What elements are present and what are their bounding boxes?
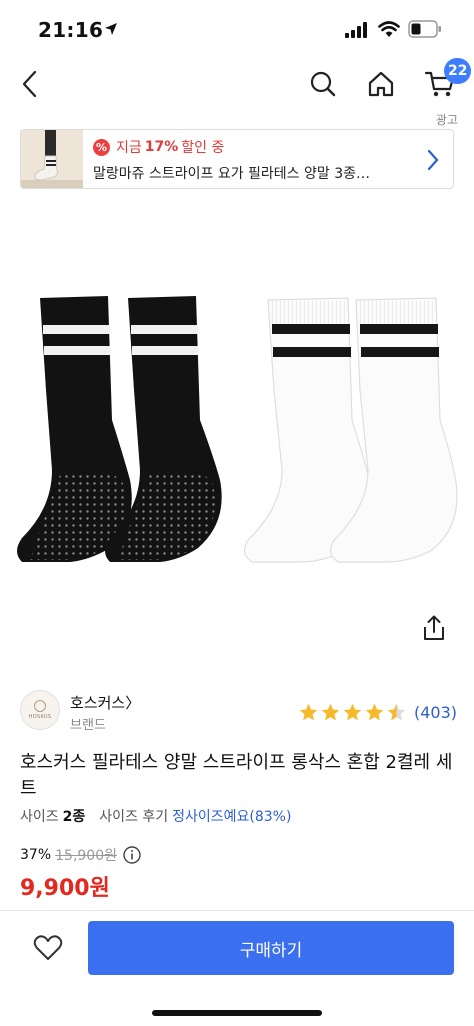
chevron-right-icon xyxy=(427,149,439,171)
star-full-icon xyxy=(321,703,340,721)
share-icon xyxy=(424,615,444,640)
brand-logo[interactable]: HOSKUS xyxy=(20,690,60,730)
size-count[interactable]: 2종 xyxy=(63,806,86,826)
ad-title: 말랑마쥬 스트라이프 요가 필라테스 양말 3종… xyxy=(93,166,370,182)
info-icon[interactable] xyxy=(123,846,141,864)
ad-deal-prefix: 지금 xyxy=(116,140,142,156)
star-full-icon xyxy=(299,703,318,721)
search-button[interactable] xyxy=(306,62,340,106)
ad-deal-text: % 지금 17% 할인 중 xyxy=(93,137,224,157)
battery-icon xyxy=(408,20,441,38)
share-button[interactable] xyxy=(420,614,448,642)
home-button[interactable] xyxy=(364,62,398,106)
home-icon xyxy=(368,71,394,97)
size-review-label: 사이즈 후기 xyxy=(99,809,169,825)
nav-bar xyxy=(0,62,474,106)
brand-logo-text: HOSKUS xyxy=(28,714,52,720)
wifi-icon xyxy=(378,21,400,37)
star-full-icon xyxy=(343,703,362,721)
back-arrow-icon xyxy=(22,70,37,98)
black-sock-left xyxy=(17,296,132,562)
location-arrow-icon xyxy=(105,23,117,35)
brand-logo-mark xyxy=(34,700,46,712)
ad-thumbnail xyxy=(21,130,83,188)
review-count[interactable]: (403) xyxy=(414,703,457,722)
size-review-result[interactable]: 정사이즈예요(83%) xyxy=(172,806,291,826)
ad-deal-suffix: 할인 중 xyxy=(181,140,225,156)
percent-icon: % xyxy=(93,138,110,156)
star-half-icon xyxy=(387,703,406,721)
brand-subtitle: 브랜드 xyxy=(70,718,106,733)
divider xyxy=(0,910,474,911)
sale-price: 9,900원 xyxy=(20,876,110,901)
ad-deal-percent: 17% xyxy=(144,139,179,155)
original-price: 15,900원 xyxy=(55,848,117,864)
product-image[interactable] xyxy=(0,270,474,580)
ad-label: 광고 xyxy=(435,113,458,127)
home-indicator xyxy=(152,1010,322,1016)
status-time: 21:16 xyxy=(38,18,104,42)
back-button[interactable] xyxy=(14,62,44,106)
rating[interactable]: (403) xyxy=(298,702,457,723)
size-info: 사이즈 2종 사이즈 후기 정사이즈예요(83%) xyxy=(20,806,291,826)
size-label: 사이즈 xyxy=(20,809,59,825)
buy-button[interactable]: 구매하기 xyxy=(88,921,454,975)
wishlist-button[interactable] xyxy=(32,932,64,964)
brand-name-link[interactable]: 호스커스〉 xyxy=(70,692,140,713)
heart-icon xyxy=(33,935,63,960)
star-full-icon xyxy=(365,703,384,721)
status-bar: 21:16 xyxy=(0,0,474,62)
cellular-signal-icon xyxy=(345,22,367,38)
product-title: 호스커스 필라테스 양말 스트라이프 롱삭스 혼합 2켤레 세트 xyxy=(20,752,453,799)
ad-banner[interactable]: % 지금 17% 할인 중 말랑마쥬 스트라이프 요가 필라테스 양말 3종… xyxy=(20,129,454,189)
price-row: 37% 15,900원 xyxy=(20,845,141,865)
search-icon xyxy=(310,71,336,97)
discount-rate: 37% xyxy=(20,847,52,863)
